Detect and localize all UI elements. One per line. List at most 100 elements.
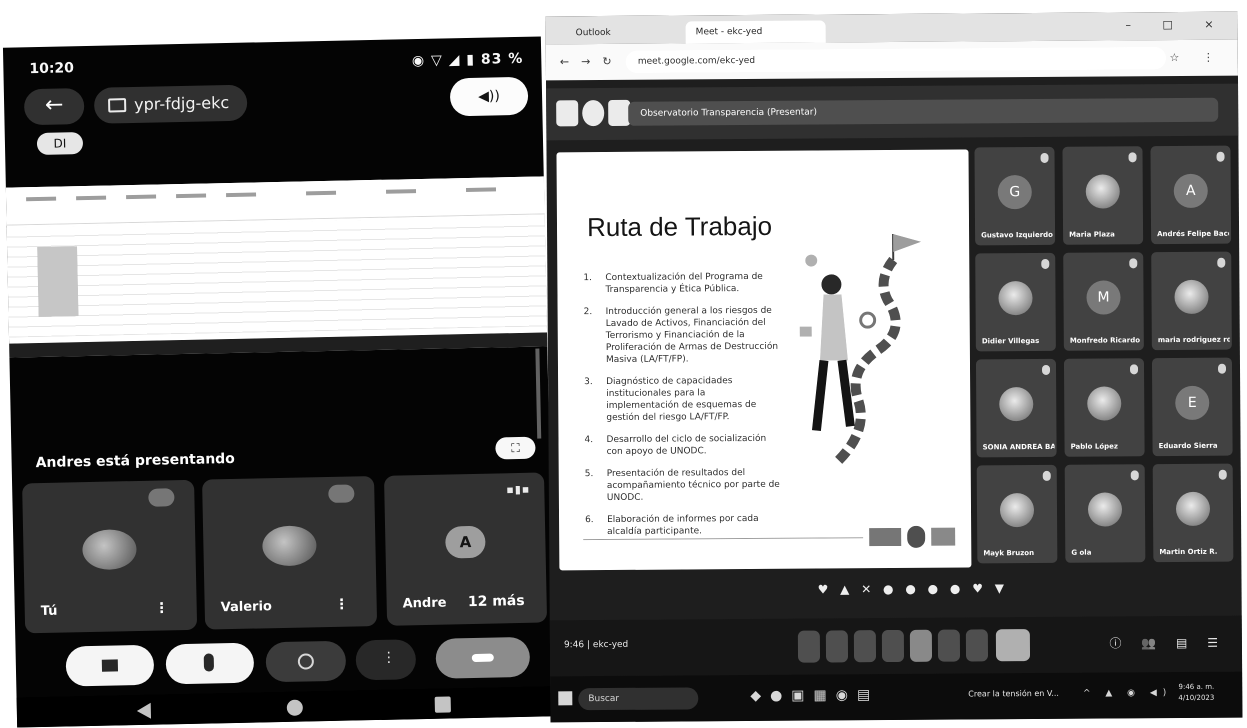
more-options-icon[interactable]: ⋮ xyxy=(335,597,349,613)
taskbar-apps-icons[interactable]: ◆●▣▦◉▤ xyxy=(750,687,879,704)
participant-name: Pablo López xyxy=(1070,442,1119,451)
mic-off-icon xyxy=(328,484,355,503)
nav-home-icon[interactable] xyxy=(286,699,303,716)
extensions-icon[interactable]: ☆ ⋮ xyxy=(1169,51,1223,64)
shared-taskbar xyxy=(9,332,550,358)
participant-tile[interactable]: G ola xyxy=(1064,464,1146,563)
participant-tile[interactable]: E Eduardo Sierra xyxy=(1151,357,1233,457)
windows-start-icon[interactable] xyxy=(558,691,573,706)
meeting-tools-icons[interactable]: ⓘ 👥 ▤ ☰ xyxy=(1109,634,1226,652)
taskbar-search[interactable]: Buscar xyxy=(578,687,699,711)
back-button[interactable]: ← xyxy=(23,88,85,126)
profile-icon[interactable] xyxy=(582,100,605,127)
mic-icon xyxy=(1128,152,1137,163)
meet-top-bar: ← ypr-fdjg-ekc ◀)) xyxy=(4,72,543,143)
participant-tile[interactable]: G Gustavo Izquierdo xyxy=(974,146,1056,246)
meeting-code: ypr-fdjg-ekc xyxy=(133,92,230,114)
present-button[interactable] xyxy=(909,629,933,662)
list-item: 3. Diagnóstico de capacidades institucion… xyxy=(584,376,757,424)
more-options-icon[interactable]: ⋮ xyxy=(155,600,169,616)
avatar xyxy=(1085,174,1120,209)
participant-tile[interactable]: SONIA ANDREA BASCO... xyxy=(975,358,1057,458)
participant-tile[interactable]: Pablo López xyxy=(1063,358,1145,457)
more-count: 12 más xyxy=(467,592,525,611)
participant-name: Monfredo Ricardo xyxy=(1069,336,1141,345)
participant-name: G ola xyxy=(1071,548,1092,557)
mic-icon xyxy=(1130,470,1139,481)
camera-button[interactable] xyxy=(825,630,849,663)
participant-tile[interactable]: M Monfredo Ricardo xyxy=(1063,252,1144,351)
layout-icon[interactable] xyxy=(608,99,631,126)
logo xyxy=(869,527,902,547)
leave-call-button[interactable] xyxy=(435,636,531,679)
list-item: 1. Contextualización del Programa de Tran… xyxy=(583,271,763,296)
nav-arrows-icon[interactable]: ←→↻ xyxy=(560,55,624,68)
app-icon[interactable] xyxy=(556,100,579,127)
more-options-button[interactable]: ⋮ xyxy=(355,639,417,681)
mic-icon xyxy=(1218,469,1227,480)
taskbar-notification[interactable]: Crear la tensión en V... xyxy=(968,689,1059,699)
participant-tile-more[interactable]: ▪▮▪ A Andre 12 más xyxy=(383,472,548,626)
participant-tile[interactable]: Maria Plaza xyxy=(1062,146,1144,245)
avatar xyxy=(999,387,1034,422)
participant-name: Maria Plaza xyxy=(1069,230,1115,239)
avatar xyxy=(1087,386,1122,421)
scrollbar[interactable] xyxy=(535,348,542,439)
reactions-button[interactable] xyxy=(265,640,347,683)
avatar-letter: A xyxy=(445,525,486,559)
system-tray-icons[interactable]: ^ ▲ ◉ ◀) xyxy=(1083,688,1172,699)
mic-button[interactable] xyxy=(165,642,255,685)
speaker-icon: ◀)) xyxy=(478,88,501,105)
avatar: E xyxy=(1175,385,1210,421)
mic-off-icon xyxy=(203,653,215,672)
clock-date: 4/10/2023 xyxy=(1178,693,1215,703)
tab-outlook[interactable]: Outlook xyxy=(566,22,676,45)
audio-bars-icon: ▪▮▪ xyxy=(506,482,531,497)
list-item: 6. Elaboración de informes por cada alcal… xyxy=(585,513,759,538)
mic-icon xyxy=(1040,152,1049,163)
participant-tile[interactable]: Martin Ortiz R. xyxy=(1152,463,1234,563)
avatar xyxy=(1087,492,1123,527)
nav-back-icon[interactable] xyxy=(136,702,152,720)
avatar xyxy=(262,525,317,567)
participant-tile[interactable]: maria rodriguez rosales xyxy=(1151,251,1232,351)
mic-button[interactable] xyxy=(797,630,821,663)
avatar xyxy=(998,281,1033,316)
arrow-left-icon: ← xyxy=(44,92,64,118)
avatar xyxy=(1175,491,1211,527)
participant-tile-you[interactable]: Tú ⋮ xyxy=(22,479,198,634)
window-controls[interactable]: – □ × xyxy=(1125,18,1227,32)
tab-meet[interactable]: Meet - ekc-yed xyxy=(685,20,826,44)
nav-recents-icon[interactable] xyxy=(434,696,451,713)
camera-button[interactable] xyxy=(65,644,155,687)
mic-icon xyxy=(1217,363,1227,374)
captions-button[interactable] xyxy=(853,630,877,663)
list-item: 2. Introducción general a los riesgos de … xyxy=(583,305,779,366)
participant-name: Gustavo Izquierdo xyxy=(981,230,1053,240)
participant-tile[interactable]: Didier Villegas xyxy=(975,252,1056,352)
speaker-button[interactable]: ◀)) xyxy=(449,76,529,117)
participant-name: Valerio xyxy=(220,599,273,616)
participant-grid: G Gustavo Izquierdo Maria Plaza A Andrés… xyxy=(974,145,1239,568)
more-vert-icon: ⋮ xyxy=(381,649,396,666)
participant-tile[interactable]: A Andrés Felipe Bacena R. xyxy=(1150,145,1232,245)
meeting-code-chip[interactable]: ypr-fdjg-ekc xyxy=(93,84,248,124)
avatar xyxy=(999,493,1035,528)
more-options-button[interactable] xyxy=(965,629,989,662)
reaction-emojis[interactable]: ♥ ▲ ✕ ● ● ● ● ♥ ▼ xyxy=(818,581,1009,596)
presenting-label: Andres está presentando xyxy=(35,450,236,472)
participant-tile[interactable]: Mayk Bruzon xyxy=(976,464,1058,564)
participant-name: SONIA ANDREA BASCO... xyxy=(982,442,1055,452)
leave-call-button[interactable] xyxy=(995,629,1031,662)
presentation-slide: Ruta de Trabajo 1. Contextualización del … xyxy=(556,149,972,571)
hand-raise-button[interactable] xyxy=(937,629,961,662)
participant-name: Andrés Felipe Bacena R. xyxy=(1157,229,1230,239)
clock-time: 9:46 a. m. xyxy=(1178,682,1215,692)
spreadsheet-grid xyxy=(6,216,549,338)
url-field[interactable]: meet.google.com/ekc-yed xyxy=(625,47,1166,73)
spreadsheet-column xyxy=(37,246,79,318)
emoji-button[interactable] xyxy=(881,629,905,663)
phone-meet-app: 10:20 ◉ ▽ ◢ ▮ 83 % ← ypr-fdjg-ekc ◀)) DI… xyxy=(2,36,556,728)
fullscreen-button[interactable]: ⛶ xyxy=(495,436,536,460)
participant-tile-valerio[interactable]: Valerio ⋮ xyxy=(202,476,378,630)
